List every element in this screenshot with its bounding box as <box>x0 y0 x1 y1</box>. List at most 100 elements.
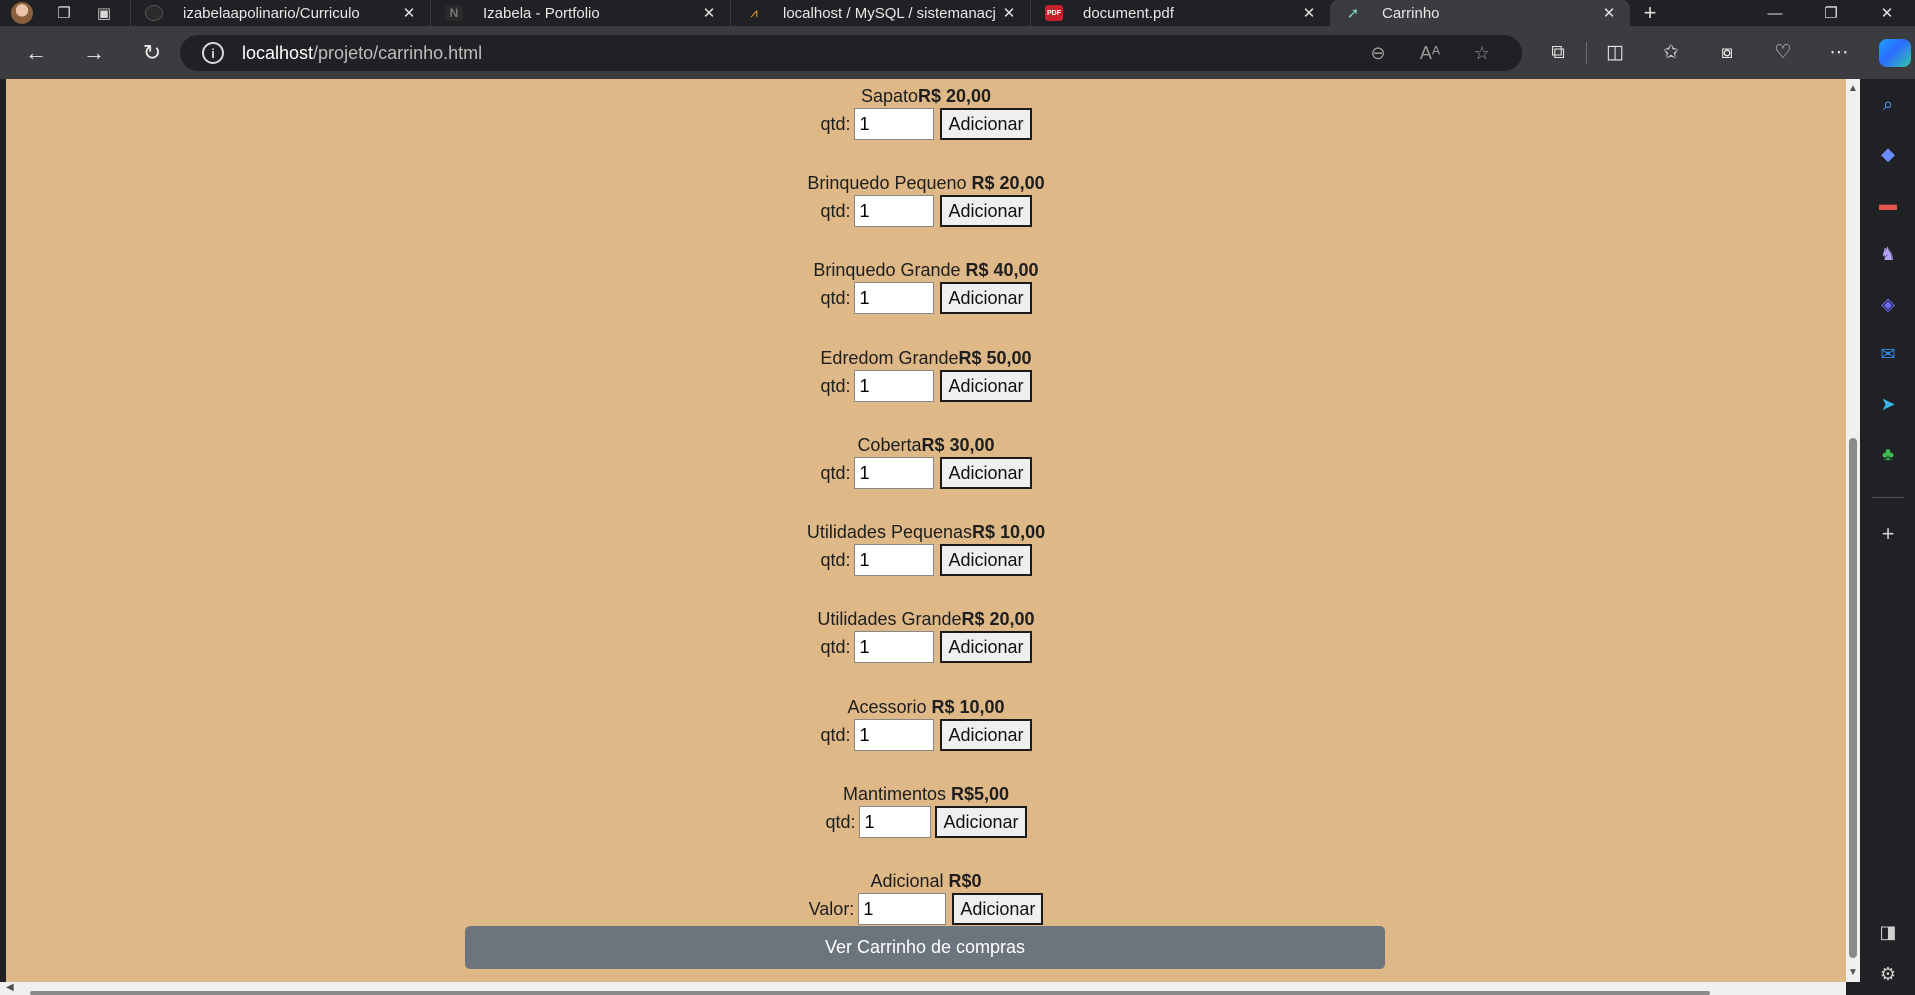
tab-title: izabelaapolinario/Curriculo <box>183 4 360 22</box>
restore-icon[interactable]: ❐ <box>1803 0 1859 26</box>
browser-essentials-icon[interactable]: ♡ <box>1755 41 1811 64</box>
back-icon[interactable]: ← <box>12 33 60 73</box>
quantity-label: qtd: <box>820 549 851 570</box>
product-item: Edredom GrandeR$ 50,00 qtd: Adicionar <box>6 346 1846 402</box>
close-tab-icon[interactable]: ✕ <box>1600 4 1618 22</box>
scrollbar-thumb[interactable] <box>1849 438 1857 958</box>
scroll-up-arrow-icon[interactable]: ▲ <box>1846 83 1860 94</box>
product-price: R$5,00 <box>951 784 1010 804</box>
view-cart-button[interactable]: Ver Carrinho de compras <box>465 926 1385 969</box>
add-button[interactable]: Adicionar <box>952 893 1044 925</box>
product-item: Brinquedo Grande R$ 40,00 qtd: Adicionar <box>6 258 1846 314</box>
page-viewport: SapatoR$ 20,00 qtd:Adicionar Brinquedo P… <box>6 79 1846 982</box>
tab-carrinho[interactable]: ➚ Carrinho ✕ <box>1330 0 1630 26</box>
scrollbar-thumb[interactable] <box>30 991 1710 995</box>
minimize-icon[interactable]: ― <box>1747 0 1803 26</box>
scroll-down-arrow-icon[interactable]: ▼ <box>1846 967 1860 978</box>
add-button[interactable]: Adicionar <box>940 195 1032 227</box>
tools-briefcase-icon[interactable]: ▬ <box>1873 189 1903 219</box>
scroll-left-arrow-icon[interactable]: ◀ <box>6 982 14 993</box>
url-host: localhost <box>242 42 314 63</box>
sidebar-divider <box>1872 497 1904 498</box>
split-screen-icon[interactable]: ◫ <box>1587 41 1643 64</box>
value-input[interactable] <box>858 893 947 925</box>
read-aloud-icon[interactable]: A͏ᴬ <box>1404 43 1456 64</box>
tab-github[interactable]: izabelaapolinario/Curriculo ✕ <box>130 0 430 26</box>
shopping-tag-icon[interactable]: ◆ <box>1873 139 1903 169</box>
add-button[interactable]: Adicionar <box>940 282 1032 314</box>
quantity-input[interactable] <box>859 806 932 838</box>
add-button[interactable]: Adicionar <box>940 457 1032 489</box>
vertical-tabs-icon[interactable]: ▣ <box>84 0 124 26</box>
close-window-icon[interactable]: ✕ <box>1859 0 1915 26</box>
hide-sidebar-icon[interactable]: ◨ <box>1873 917 1903 947</box>
tab-title: Carrinho <box>1382 4 1440 22</box>
games-icon[interactable]: ♞ <box>1873 239 1903 269</box>
quantity-input[interactable] <box>854 282 935 314</box>
quantity-input[interactable] <box>854 719 935 751</box>
quantity-input[interactable] <box>854 631 935 663</box>
add-button[interactable]: Adicionar <box>935 806 1027 838</box>
address-bar[interactable]: i localhost/projeto/carrinho.html ⊖ A͏ᴬ … <box>180 35 1522 71</box>
sidebar-settings-gear-icon[interactable]: ⚙ <box>1873 959 1903 989</box>
tab-title: document.pdf <box>1083 4 1174 22</box>
workspaces-icon[interactable]: ❐ <box>44 0 84 26</box>
close-tab-icon[interactable]: ✕ <box>400 4 418 22</box>
vertical-scrollbar[interactable]: ▲ ▼ <box>1846 79 1860 982</box>
zoom-out-icon[interactable]: ⊖ <box>1352 43 1404 64</box>
refresh-icon[interactable]: ↻ <box>128 33 176 73</box>
favorite-star-icon[interactable]: ☆ <box>1456 43 1508 64</box>
product-item: Adicional R$0 Valor: Adicionar <box>6 869 1846 925</box>
drop-send-icon[interactable]: ➤ <box>1873 389 1903 419</box>
quantity-label: qtd: <box>820 462 851 483</box>
add-button[interactable]: Adicionar <box>940 719 1032 751</box>
product-name: Brinquedo Grande <box>813 260 966 280</box>
phpmyadmin-icon: ⩘ <box>750 5 758 20</box>
profile-avatar-icon <box>11 2 33 24</box>
product-name: Sapato <box>860 86 918 106</box>
profile-button[interactable] <box>0 0 44 26</box>
extensions-icon[interactable]: ⧉ <box>1530 42 1586 64</box>
more-menu-icon[interactable]: ⋯ <box>1811 41 1867 64</box>
favorites-icon[interactable]: ✩ <box>1643 41 1699 64</box>
microsoft-365-icon[interactable]: ◈ <box>1873 289 1903 319</box>
collections-icon[interactable]: ⧇ <box>1699 42 1755 64</box>
product-name: Mantimentos <box>842 784 951 804</box>
quantity-label: qtd: <box>820 724 851 745</box>
quantity-input[interactable] <box>854 370 935 402</box>
site-info-icon[interactable]: i <box>202 42 224 64</box>
tab-phpmyadmin[interactable]: ⩘ localhost / MySQL / sistemanacj ✕ <box>730 0 1030 26</box>
quantity-input[interactable] <box>854 457 935 489</box>
close-tab-icon[interactable]: ✕ <box>1300 4 1318 22</box>
product-price: R$ 50,00 <box>958 348 1032 368</box>
close-tab-icon[interactable]: ✕ <box>1000 4 1018 22</box>
pdf-icon: PDF <box>1045 5 1063 21</box>
add-button[interactable]: Adicionar <box>940 370 1032 402</box>
copilot-icon[interactable] <box>1879 38 1911 67</box>
new-tab-button[interactable]: + <box>1630 0 1670 26</box>
quantity-label: qtd: <box>820 636 851 657</box>
search-icon[interactable]: ⌕ <box>1873 89 1903 119</box>
horizontal-scrollbar[interactable]: ◀ <box>0 982 1846 995</box>
quantity-label: qtd: <box>820 200 851 221</box>
navigation-bar: ← → ↻ i localhost/projeto/carrinho.html … <box>0 26 1915 79</box>
edge-sidebar: ⌕ ◆ ▬ ♞ ◈ ✉ ➤ ♣ + ◨ ⚙ <box>1860 79 1915 995</box>
add-button[interactable]: Adicionar <box>940 544 1032 576</box>
product-name: Utilidades Pequenas <box>806 522 973 542</box>
quantity-input[interactable] <box>854 544 935 576</box>
tab-title: Izabela - Portfolio <box>483 4 600 22</box>
quantity-input[interactable] <box>854 108 935 140</box>
add-button[interactable]: Adicionar <box>940 108 1032 140</box>
quantity-input[interactable] <box>854 195 935 227</box>
add-app-icon[interactable]: + <box>1873 519 1903 549</box>
tab-pdf[interactable]: PDF document.pdf ✕ <box>1030 0 1330 26</box>
tab-portfolio[interactable]: N Izabela - Portfolio ✕ <box>430 0 730 26</box>
forward-icon[interactable]: → <box>70 33 118 73</box>
add-button[interactable]: Adicionar <box>940 631 1032 663</box>
close-tab-icon[interactable]: ✕ <box>700 4 718 22</box>
outlook-icon[interactable]: ✉ <box>1873 339 1903 369</box>
url-text[interactable]: localhost/projeto/carrinho.html <box>242 43 482 64</box>
tree-icon[interactable]: ♣ <box>1873 439 1903 469</box>
quantity-label: qtd: <box>825 811 856 832</box>
product-item: Utilidades GrandeR$ 20,00 qtd: Adicionar <box>6 607 1846 663</box>
